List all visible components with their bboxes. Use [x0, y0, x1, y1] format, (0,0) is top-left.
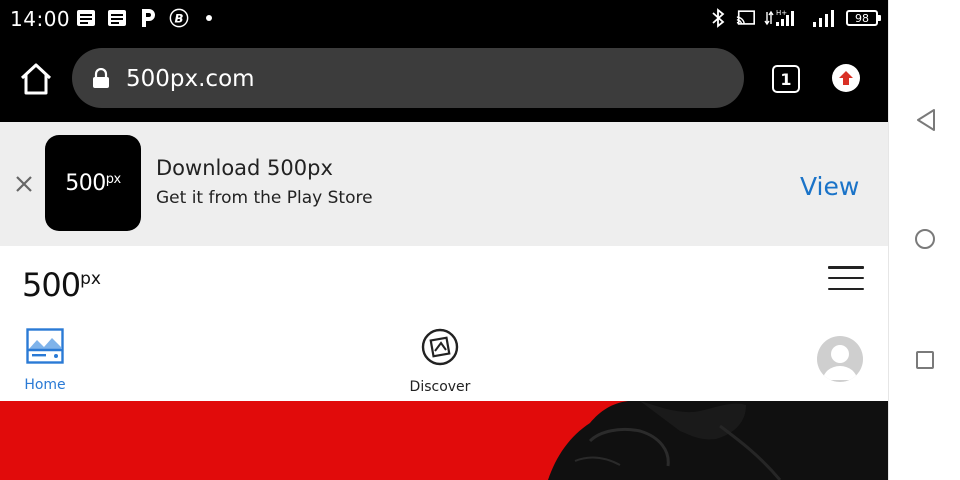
battery-indicator: 98: [846, 10, 881, 26]
banner-title: Download 500px: [156, 156, 333, 180]
tab-switcher-button[interactable]: 1: [772, 65, 800, 93]
system-nav-bar: [888, 0, 960, 480]
nav-item-home[interactable]: Home: [22, 328, 68, 393]
address-bar[interactable]: 500px.com: [72, 48, 744, 108]
cast-icon: [736, 8, 756, 28]
site-header: 500px Home Discover: [0, 246, 888, 402]
nav-discover-label: Discover: [409, 379, 471, 395]
smart-app-banner: 500px Download 500px Get it from the Pla…: [0, 122, 888, 246]
svg-text:B: B: [175, 12, 184, 26]
browser-home-icon[interactable]: [18, 62, 54, 96]
nav-item-discover[interactable]: Discover: [408, 328, 472, 395]
view-button[interactable]: View: [800, 172, 859, 201]
avatar[interactable]: [817, 336, 863, 382]
site-logo[interactable]: 500px: [22, 266, 101, 304]
status-bar: 14:00 B H+ 98: [0, 0, 888, 36]
home-image-icon: [26, 328, 64, 369]
signal-icon: [812, 8, 838, 28]
notes-icon: [76, 8, 96, 28]
update-available-icon[interactable]: [832, 64, 860, 92]
notification-icons: B: [76, 8, 212, 28]
hero-photo[interactable]: [0, 401, 888, 480]
home-circle-icon[interactable]: [915, 229, 935, 249]
svg-text:H+: H+: [776, 9, 787, 17]
nav-home-label: Home: [24, 377, 66, 393]
banner-subtitle: Get it from the Play Store: [156, 188, 373, 208]
browser-toolbar: 500px.com 1: [0, 36, 888, 122]
lock-icon: [92, 67, 110, 88]
status-time: 14:00: [10, 7, 71, 31]
recents-icon[interactable]: [916, 351, 934, 369]
signal-icon: H+: [764, 8, 804, 28]
dog-photo-image: [548, 401, 888, 480]
app-icon-logo: 500px: [65, 170, 121, 196]
more-notifications-dot: [206, 15, 212, 21]
parking-icon: [138, 8, 158, 28]
screen: 14:00 B H+ 98 500px.com 1 500px Download…: [0, 0, 960, 480]
app-icon: 500px: [45, 135, 141, 231]
discover-icon: [421, 328, 459, 371]
bitcoin-icon: B: [169, 8, 189, 28]
hamburger-menu-icon[interactable]: [828, 266, 864, 290]
url-text[interactable]: 500px.com: [126, 66, 255, 92]
system-status-icons: H+ 98: [708, 8, 881, 28]
phone-viewport: 14:00 B H+ 98 500px.com 1 500px Download…: [0, 0, 888, 480]
back-icon[interactable]: [915, 108, 937, 132]
bluetooth-icon: [708, 8, 728, 28]
notes-icon: [107, 8, 127, 28]
close-icon[interactable]: [14, 174, 34, 194]
